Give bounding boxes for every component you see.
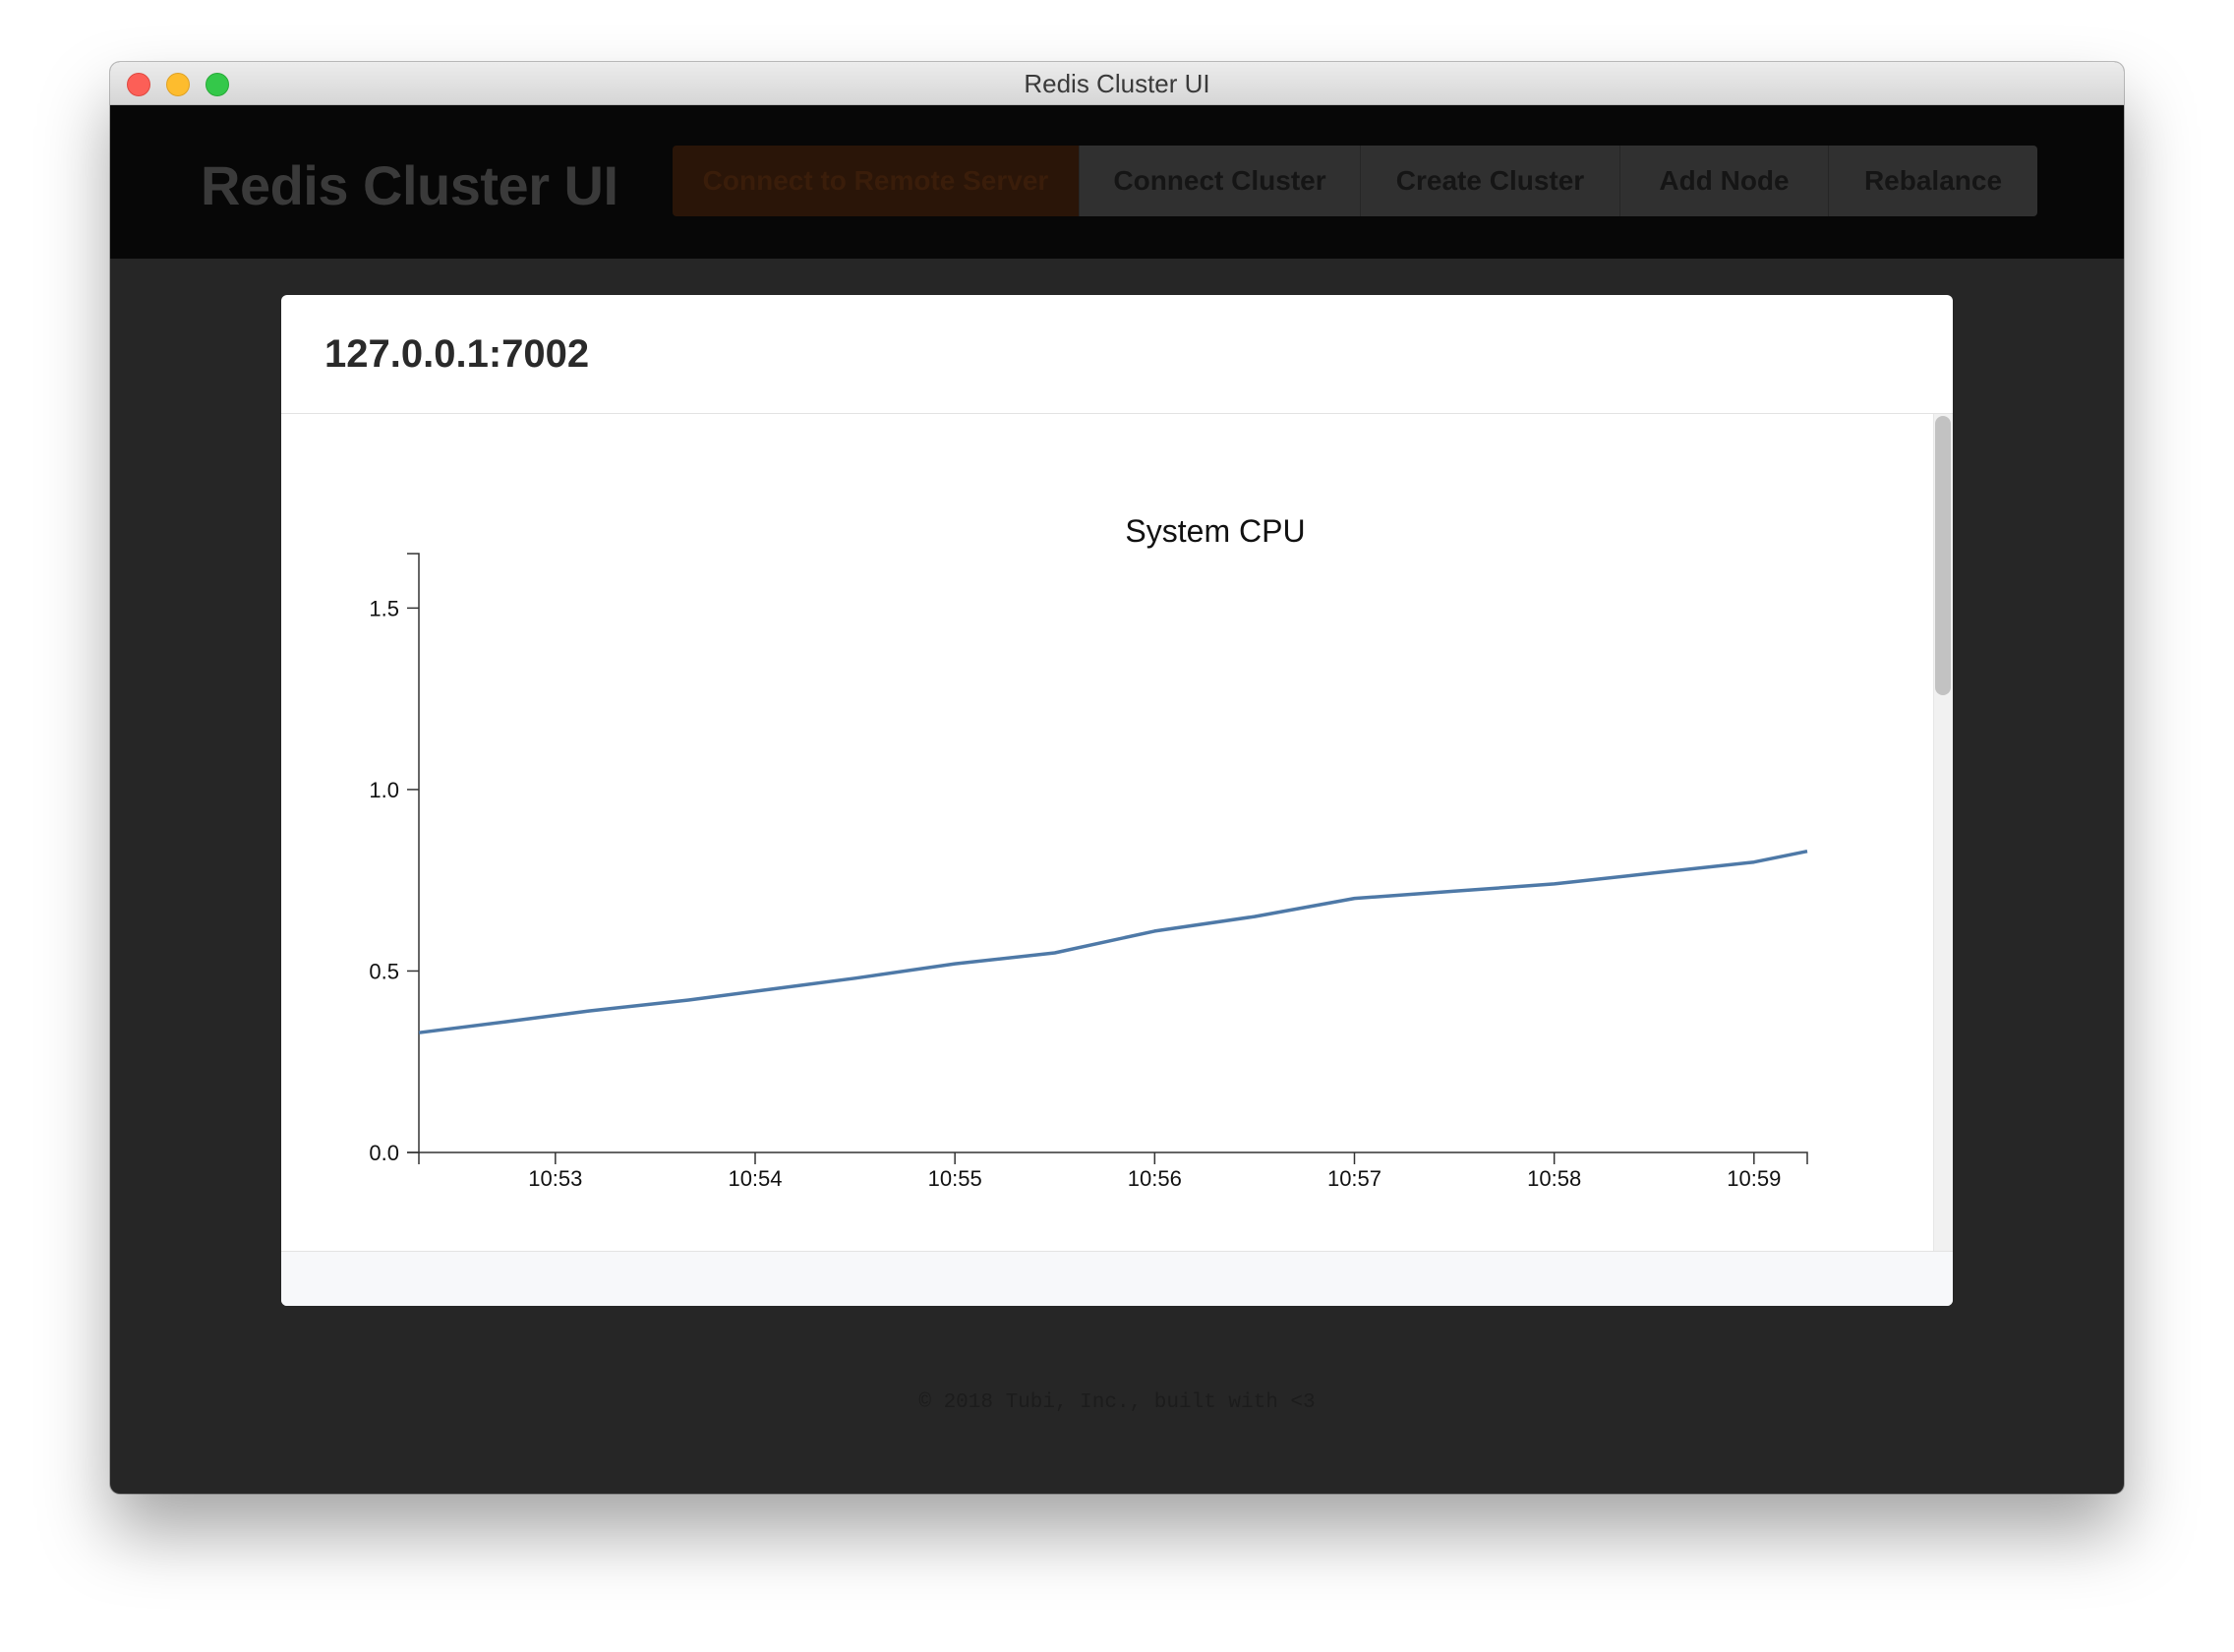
main-nav: Connect to Remote Server Connect Cluster… — [673, 146, 2037, 216]
brand-title: Redis Cluster UI — [201, 154, 618, 216]
rebalance-button[interactable]: Rebalance — [1829, 146, 2037, 216]
x-tick-label: 10:59 — [1727, 1166, 1781, 1191]
system-cpu-chart: System CPU 0.0 0.5 1.0 1.5 10:53 10:54 10:55 10… — [369, 513, 1808, 1191]
y-tick-label: 1.0 — [369, 778, 399, 802]
modal-scrollbar[interactable] — [1933, 414, 1953, 1251]
title-bar[interactable]: Redis Cluster UI — [110, 62, 2124, 105]
connect-remote-server-button[interactable]: Connect to Remote Server — [673, 146, 1080, 216]
modal-header: 127.0.0.1:7002 — [281, 295, 1953, 414]
y-axis-line — [407, 553, 420, 1153]
scrollbar-thumb[interactable] — [1935, 416, 1951, 695]
x-tick-label: 10:53 — [528, 1166, 582, 1191]
node-modal: 127.0.0.1:7002 System CPU 0.0 0.5 1.0 1.5 10… — [281, 295, 1953, 1306]
connect-cluster-button[interactable]: Connect Cluster — [1080, 146, 1361, 216]
x-tick-label: 10:56 — [1128, 1166, 1182, 1191]
x-tick-label: 10:54 — [728, 1166, 782, 1191]
chart-marks — [418, 849, 1808, 1034]
window-title: Redis Cluster UI — [1024, 69, 1210, 98]
x-tick-label: 10:55 — [928, 1166, 982, 1191]
x-axis-line — [418, 1151, 1808, 1164]
x-tick-label: 10:57 — [1327, 1166, 1382, 1191]
app-window: Redis Cluster UI Redis Cluster UI Connec… — [110, 62, 2124, 1494]
add-node-button[interactable]: Add Node — [1620, 146, 1829, 216]
chart-title: System CPU — [1125, 513, 1305, 549]
modal-body[interactable]: System CPU 0.0 0.5 1.0 1.5 10:53 10:54 10:55 10… — [281, 414, 1953, 1251]
y-tick-label: 1.5 — [369, 596, 399, 620]
modal-footer — [281, 1251, 1953, 1306]
y-tick-label: 0.5 — [369, 959, 399, 983]
footer-copyright: © 2018 Tubi, Inc., built with <3 — [918, 1391, 1316, 1414]
x-tick-label: 10:58 — [1527, 1166, 1581, 1191]
app-header: Redis Cluster UI Connect to Remote Serve… — [110, 105, 2124, 259]
modal-title: 127.0.0.1:7002 — [324, 332, 590, 376]
create-cluster-button[interactable]: Create Cluster — [1361, 146, 1620, 216]
cpu-series-line — [418, 849, 1808, 1034]
y-tick-label: 0.0 — [369, 1141, 399, 1165]
chart-axes: 0.0 0.5 1.0 1.5 10:53 10:54 10:55 10:56 10:57 10:… — [369, 553, 1808, 1191]
